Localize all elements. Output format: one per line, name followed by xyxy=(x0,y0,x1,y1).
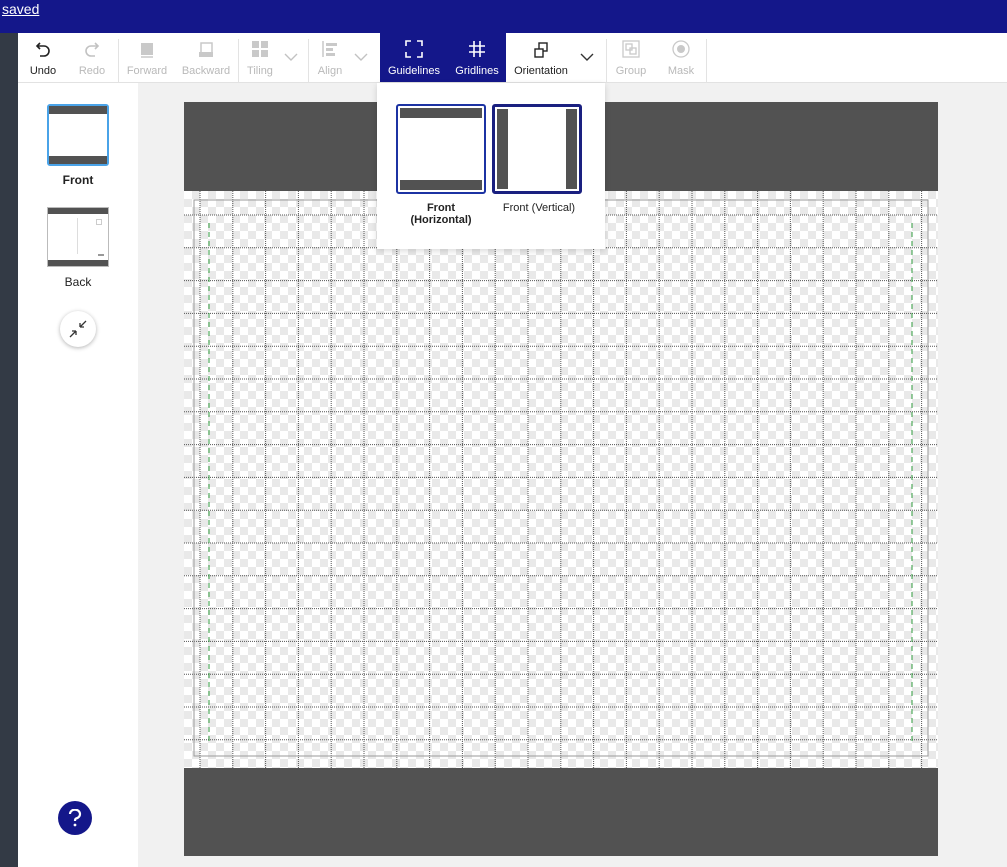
question-icon xyxy=(68,809,82,827)
mask-icon xyxy=(672,40,690,58)
forward-button[interactable]: Forward xyxy=(124,33,170,82)
top-bar: saved xyxy=(0,0,1007,33)
fit-to-screen-button[interactable] xyxy=(60,311,96,347)
send-backward-icon xyxy=(199,42,213,57)
guidelines-button[interactable]: Guidelines xyxy=(380,33,448,82)
tiling-button[interactable]: Tiling xyxy=(244,33,276,82)
chevron-down-icon[interactable] xyxy=(284,51,298,63)
tiling-icon xyxy=(252,41,268,57)
thumb-band xyxy=(48,260,108,266)
orientation-menu: Front (Horizontal) Front (Vertical) xyxy=(377,83,605,249)
page-sidebar: Front Back xyxy=(18,83,138,867)
orientation-icon xyxy=(534,42,548,58)
artboard[interactable] xyxy=(184,191,938,768)
thumb-mark xyxy=(98,254,104,256)
page-thumb-back[interactable] xyxy=(47,207,109,267)
redo-label: Redo xyxy=(78,65,106,77)
redo-icon xyxy=(85,42,100,57)
orientation-option-vertical-label: Front (Vertical) xyxy=(502,202,576,214)
guidelines-icon xyxy=(405,40,423,58)
horizontal-preview xyxy=(400,108,482,190)
mask-button[interactable]: Mask xyxy=(662,33,700,82)
help-button[interactable] xyxy=(58,801,92,835)
group-label: Group xyxy=(615,65,647,77)
toolbar-divider xyxy=(606,39,607,83)
mask-label: Mask xyxy=(667,65,695,77)
thumb-band xyxy=(49,106,107,114)
thumb-band xyxy=(49,156,107,164)
align-label: Align xyxy=(317,65,343,77)
gridlines-icon xyxy=(469,41,485,57)
chevron-down-icon[interactable] xyxy=(354,51,368,63)
thumb-mark xyxy=(96,219,102,225)
orientation-label: Orientation xyxy=(514,65,568,77)
toolbar: Undo Redo Forward Backward Tiling Align … xyxy=(18,33,1007,83)
preview-band xyxy=(400,108,482,118)
thumb-band xyxy=(48,208,108,214)
toolbar-divider xyxy=(118,39,119,83)
chevron-down-icon[interactable] xyxy=(580,51,594,63)
preview-band xyxy=(400,180,482,190)
bring-forward-icon xyxy=(141,43,153,58)
vertical-preview xyxy=(497,109,577,189)
undo-button[interactable]: Undo xyxy=(22,33,64,82)
page-label-front: Front xyxy=(62,173,94,187)
redo-button[interactable]: Redo xyxy=(72,33,112,82)
saved-link[interactable]: saved xyxy=(2,1,39,17)
preview-page xyxy=(508,109,566,189)
undo-label: Undo xyxy=(29,65,57,77)
align-button[interactable]: Align xyxy=(314,33,346,82)
thumb-line xyxy=(77,218,78,254)
orientation-option-vertical[interactable] xyxy=(492,104,582,194)
backward-label: Backward xyxy=(181,65,231,77)
toolbar-divider xyxy=(238,39,239,83)
backward-button[interactable]: Backward xyxy=(180,33,232,82)
group-icon xyxy=(622,40,640,58)
undo-icon xyxy=(35,42,50,57)
align-icon xyxy=(322,41,337,57)
gridlines-label: Gridlines xyxy=(455,65,499,77)
forward-label: Forward xyxy=(126,65,168,77)
orientation-option-horizontal[interactable] xyxy=(396,104,486,194)
group-button[interactable]: Group xyxy=(612,33,650,82)
guidelines-label: Guidelines xyxy=(388,65,440,77)
shrink-arrows-icon xyxy=(69,320,87,338)
toolbar-divider xyxy=(706,39,707,83)
gridlines-overlay xyxy=(184,191,938,768)
tiling-label: Tiling xyxy=(247,65,273,77)
orientation-button[interactable]: Orientation xyxy=(510,33,572,82)
toolbar-divider xyxy=(308,39,309,83)
gridlines-button[interactable]: Gridlines xyxy=(448,33,506,82)
page-label-back: Back xyxy=(64,275,92,289)
page-thumb-front[interactable] xyxy=(47,104,109,166)
orientation-option-horizontal-label: Front (Horizontal) xyxy=(410,202,472,226)
